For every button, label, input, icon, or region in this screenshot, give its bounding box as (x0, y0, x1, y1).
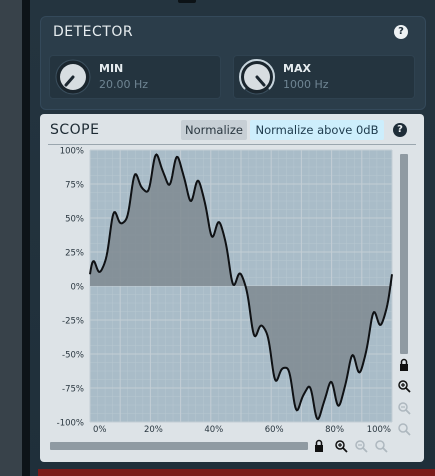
min-label: MIN (99, 62, 124, 75)
y-tick-label: 25% (65, 249, 84, 259)
scope-panel: SCOPE Normalize Normalize above 0dB ? 10… (40, 114, 424, 462)
x-tick-label: 60% (265, 425, 284, 435)
max-value: 1000 Hz (283, 78, 329, 91)
y-axis-ticks: 100% 75% 50% 25% 0% -25% -50% -75% -100% (57, 147, 84, 429)
zoom-reset-icon[interactable] (397, 422, 411, 436)
max-knob-panel: MAX 1000 Hz (233, 55, 415, 99)
bottom-accent-bar (38, 469, 435, 476)
y-tick-label: -50% (62, 351, 84, 361)
zoom-out-icon[interactable] (354, 439, 368, 453)
y-tick-label: -100% (57, 419, 84, 429)
y-tick-label: 50% (65, 215, 84, 225)
y-tick-label: -75% (62, 385, 84, 395)
top-tab (178, 0, 196, 3)
detector-panel: DETECTOR ? MIN 20.00 Hz MAX 1000 Hz (40, 16, 426, 110)
lock-icon[interactable] (312, 439, 326, 453)
zoom-reset-icon[interactable] (374, 439, 388, 453)
zoom-in-icon[interactable] (334, 439, 348, 453)
x-tick-label: 0% (93, 425, 107, 435)
left-panel-divider (22, 0, 30, 476)
min-knob-panel: MIN 20.00 Hz (49, 55, 221, 99)
y-tick-label: 0% (71, 283, 85, 293)
zoom-in-icon[interactable] (397, 379, 411, 393)
y-tick-label: 100% (60, 147, 84, 157)
min-knob[interactable] (54, 58, 92, 96)
vertical-scrollbar[interactable] (400, 154, 408, 354)
max-knob[interactable] (238, 58, 276, 96)
scope-plot: 100% 75% 50% 25% 0% -25% -50% -75% -100% 0% 20% 40… (57, 147, 393, 435)
left-panel-strip (0, 0, 22, 476)
detector-help-icon[interactable]: ? (394, 25, 408, 39)
detector-title: DETECTOR (53, 24, 134, 40)
x-tick-label: 20% (144, 425, 163, 435)
x-tick-label: 100% (367, 425, 391, 435)
min-value: 20.00 Hz (99, 78, 149, 91)
x-axis-ticks: 0% 20% 40% 60% 80% 100% (93, 425, 391, 435)
y-tick-label: -25% (62, 317, 84, 327)
horizontal-scrollbar[interactable] (50, 442, 308, 450)
zoom-out-icon[interactable] (397, 401, 411, 415)
lock-icon[interactable] (397, 358, 411, 372)
x-tick-label: 80% (325, 425, 344, 435)
max-label: MAX (283, 62, 311, 75)
y-tick-label: 75% (65, 181, 84, 191)
x-tick-label: 40% (204, 425, 223, 435)
